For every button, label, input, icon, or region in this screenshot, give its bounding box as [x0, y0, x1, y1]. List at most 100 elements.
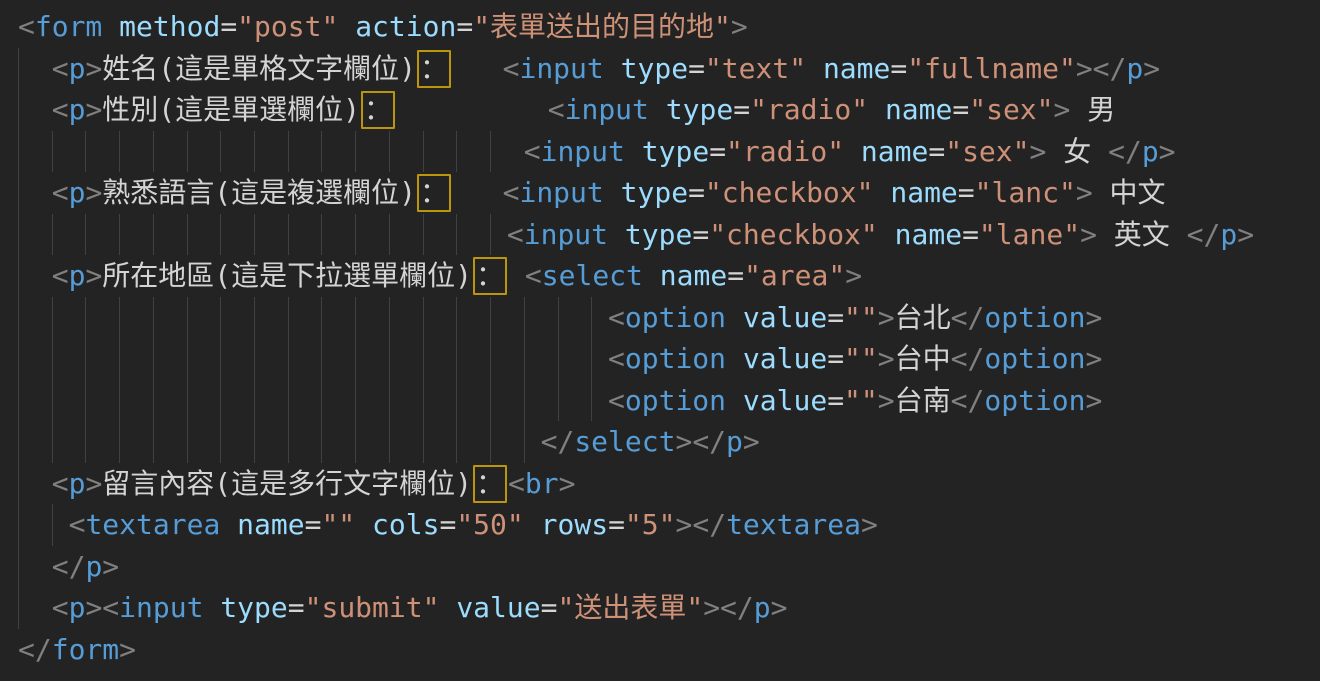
unicode-highlight-colon: ： — [417, 174, 451, 212]
indent-guide — [355, 297, 356, 339]
indent-guide — [321, 338, 322, 380]
code-line: <p>姓名(這是單格文字欄位)： <input type="text" name… — [18, 48, 1320, 90]
code-line: <p>所在地區(這是下拉選單欄位)： <select name="area"> — [18, 255, 1320, 297]
code-line: </form> — [18, 629, 1320, 671]
punctuation: </ — [541, 425, 575, 458]
punctuation: > — [1159, 135, 1176, 168]
indent-guide — [153, 421, 154, 463]
code-text — [604, 176, 621, 209]
string-value: "sex" — [945, 135, 1029, 168]
tag-name: p — [69, 93, 86, 126]
tag-name: option — [625, 301, 726, 334]
punctuation: > — [1237, 218, 1254, 251]
indent-guide — [18, 504, 19, 546]
indent-whitespace — [18, 342, 608, 375]
code-text — [726, 301, 743, 334]
code-text: 女 — [1046, 135, 1108, 168]
indent-whitespace — [18, 259, 52, 292]
attribute-name: method — [119, 10, 220, 43]
indent-guide — [591, 380, 592, 422]
tag-name: input — [519, 52, 603, 85]
string-value: "送出表單" — [557, 591, 703, 624]
tag-name: select — [542, 259, 643, 292]
indent-guide — [187, 131, 188, 173]
punctuation: > — [1054, 93, 1071, 126]
code-text: 英文 — [1097, 218, 1187, 251]
unicode-highlight-colon: ： — [473, 257, 507, 295]
code-line: </select></p> — [18, 421, 1320, 463]
indent-guide — [389, 421, 390, 463]
indent-whitespace — [18, 384, 608, 417]
punctuation: </ — [52, 550, 86, 583]
punctuation: > — [1076, 176, 1093, 209]
equals-sign: = — [928, 135, 945, 168]
punctuation: > — [1086, 342, 1103, 375]
attribute-name: action — [355, 10, 456, 43]
indent-guide — [456, 338, 457, 380]
equals-sign: = — [456, 10, 473, 43]
punctuation: > — [861, 508, 878, 541]
punctuation: < — [18, 10, 35, 43]
tag-name: option — [625, 342, 726, 375]
equals-sign: = — [827, 301, 844, 334]
string-value: "" — [844, 384, 878, 417]
indent-guide — [423, 214, 424, 256]
punctuation: </ — [1108, 135, 1142, 168]
string-value: "checkbox" — [709, 218, 878, 251]
indent-guide — [456, 421, 457, 463]
punctuation: > — [845, 259, 862, 292]
indent-guide — [288, 380, 289, 422]
punctuation: < — [52, 591, 69, 624]
indent-guide — [85, 297, 86, 339]
indent-guide — [153, 214, 154, 256]
tag-name: p — [69, 176, 86, 209]
indent-guide — [220, 421, 221, 463]
equals-sign: = — [958, 176, 975, 209]
indent-whitespace — [18, 301, 608, 334]
punctuation: > — [85, 176, 102, 209]
string-value: "50" — [456, 508, 523, 541]
tag-name: p — [754, 591, 771, 624]
equals-sign: = — [220, 10, 237, 43]
code-text — [452, 52, 503, 85]
punctuation: > — [743, 425, 760, 458]
indent-whitespace — [18, 508, 69, 541]
tag-name: p — [1126, 52, 1143, 85]
indent-guide — [119, 421, 120, 463]
tag-name: option — [984, 384, 1085, 417]
punctuation: ></ — [675, 425, 726, 458]
indent-guide — [119, 297, 120, 339]
tag-name: option — [984, 342, 1085, 375]
indent-guide — [18, 48, 19, 90]
indent-whitespace — [18, 550, 52, 583]
indent-guide — [423, 380, 424, 422]
indent-guide — [85, 338, 86, 380]
indent-guide — [321, 214, 322, 256]
code-text — [726, 342, 743, 375]
indent-guide — [490, 421, 491, 463]
equals-sign: = — [608, 508, 625, 541]
indent-guide — [18, 172, 19, 214]
string-value: "area" — [744, 259, 845, 292]
code-text: 性別(這是單選欄位) — [102, 93, 360, 126]
indent-guide — [423, 421, 424, 463]
code-line: <input type="checkbox" name="lane"> 英文 <… — [18, 214, 1320, 256]
indent-guide — [456, 380, 457, 422]
indent-guide — [85, 214, 86, 256]
indent-guide — [355, 338, 356, 380]
indent-guide — [220, 131, 221, 173]
code-editor[interactable]: <form method="post" action="表單送出的目的地"> <… — [0, 0, 1320, 681]
tag-name: p — [726, 425, 743, 458]
tag-name: p — [1220, 218, 1237, 251]
punctuation: < — [525, 259, 542, 292]
attribute-name: name — [660, 259, 727, 292]
tag-name: form — [52, 633, 119, 666]
tag-name: option — [984, 301, 1085, 334]
punctuation: > — [102, 550, 119, 583]
indent-guide — [288, 421, 289, 463]
indent-guide — [187, 297, 188, 339]
indent-guide — [490, 338, 491, 380]
indent-guide — [119, 380, 120, 422]
string-value: "checkbox" — [705, 176, 874, 209]
attribute-name: name — [823, 52, 890, 85]
